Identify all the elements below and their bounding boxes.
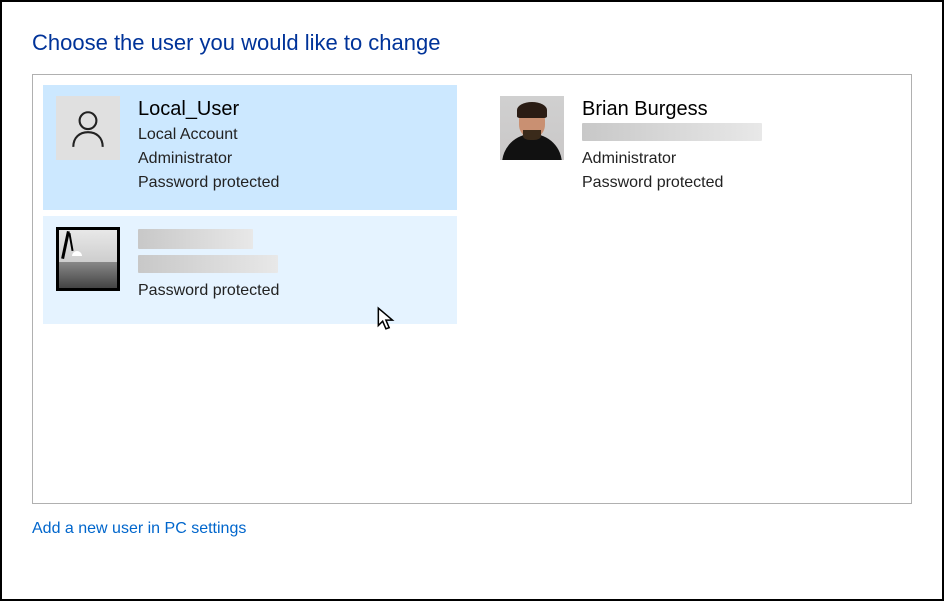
- user-name: Brian Burgess: [582, 98, 888, 121]
- user-info: Password protected: [138, 227, 444, 303]
- users-panel: Local_User Local Account Administrator P…: [32, 74, 912, 504]
- redacted-text: [582, 123, 762, 141]
- avatar-placeholder-icon: [56, 96, 120, 160]
- avatar-photo: [500, 96, 564, 160]
- user-detail: Password protected: [582, 171, 888, 195]
- redacted-text: [138, 229, 253, 249]
- user-detail: Password protected: [138, 279, 444, 303]
- user-card-local-user[interactable]: Local_User Local Account Administrator P…: [43, 85, 457, 210]
- user-card-brian-burgess[interactable]: Brian Burgess Administrator Password pro…: [487, 85, 901, 210]
- user-detail: Password protected: [138, 171, 444, 195]
- redacted-text: [138, 255, 278, 273]
- user-info: Brian Burgess Administrator Password pro…: [582, 96, 888, 195]
- user-name: Local_User: [138, 98, 444, 121]
- user-detail: Administrator: [582, 147, 888, 171]
- user-detail: Administrator: [138, 147, 444, 171]
- page-title: Choose the user you would like to change: [32, 30, 912, 56]
- add-new-user-link[interactable]: Add a new user in PC settings: [32, 520, 246, 538]
- user-detail: Local Account: [138, 123, 444, 147]
- avatar-photo: [56, 227, 120, 291]
- user-info: Local_User Local Account Administrator P…: [138, 96, 444, 195]
- user-card-redacted[interactable]: Password protected: [43, 216, 457, 324]
